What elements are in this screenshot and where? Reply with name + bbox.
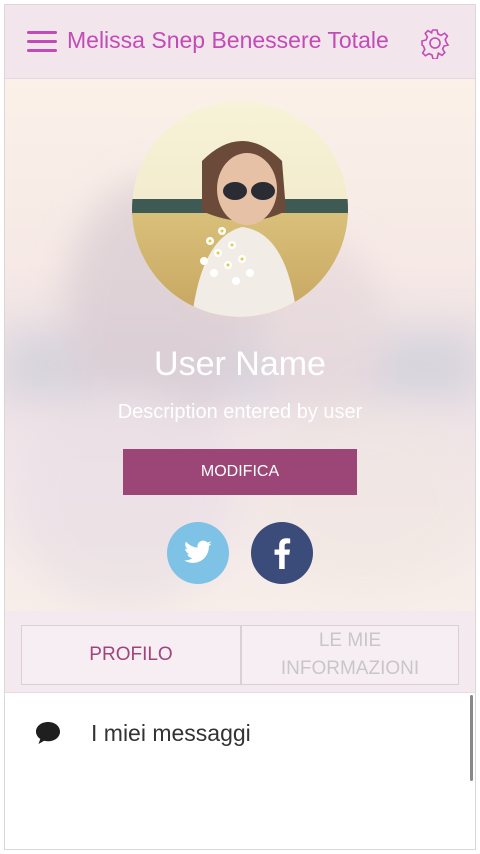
list-item-label: I miei messaggi	[91, 719, 251, 746]
user-name: User Name	[154, 345, 326, 383]
hamburger-menu-icon[interactable]	[27, 31, 57, 53]
tab-profile-label: PROFILO	[89, 644, 173, 665]
tab-profile[interactable]: PROFILO	[21, 625, 241, 685]
tab-my-information-label: LE MIE INFORMAZIONI	[280, 630, 420, 679]
chat-bubble-icon	[36, 722, 60, 744]
app-frame: Melissa Snep Benessere Totale User Name …	[4, 4, 476, 850]
edit-profile-button[interactable]: MODIFICA	[123, 449, 357, 495]
facebook-icon	[274, 538, 291, 569]
app-header: Melissa Snep Benessere Totale	[5, 5, 475, 79]
gear-icon[interactable]	[419, 27, 451, 60]
twitter-icon	[184, 540, 212, 563]
facebook-button[interactable]	[251, 522, 313, 584]
user-description: Description entered by user	[117, 401, 363, 423]
profile-hero: User Name Description entered by user MO…	[5, 79, 475, 611]
list-item-messages[interactable]: I miei messaggi	[5, 705, 475, 761]
avatar[interactable]	[132, 101, 348, 317]
twitter-button[interactable]	[167, 522, 229, 584]
tabs-bar: PROFILO LE MIE INFORMAZIONI	[5, 611, 475, 693]
tab-my-information[interactable]: LE MIE INFORMAZIONI	[241, 625, 459, 685]
scrollbar[interactable]	[470, 695, 473, 781]
app-title: Melissa Snep Benessere Totale	[67, 27, 389, 53]
